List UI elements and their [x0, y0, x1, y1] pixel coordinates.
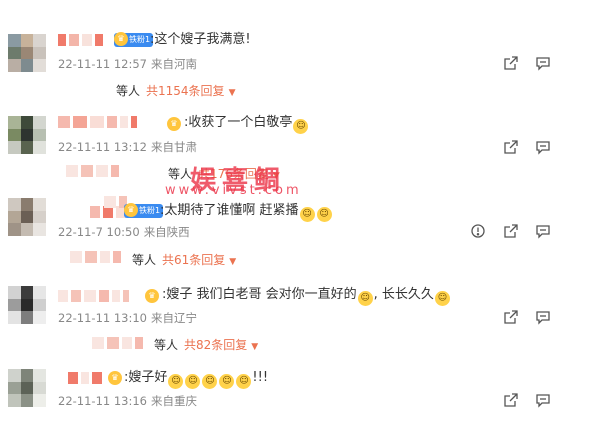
comment-text: :太期待了谁懂啊 赶紧播 ☺ ☺ — [160, 203, 333, 222]
emoji-icon: ☺ — [316, 207, 332, 222]
comment-date: 22-11-7 10:50 — [58, 225, 140, 239]
reply-who: 等人 — [116, 84, 141, 98]
username-blurred[interactable] — [58, 34, 103, 46]
comment-icon[interactable] — [534, 391, 552, 409]
comment-location: 来自陕西 — [143, 225, 190, 239]
username-blurred[interactable] — [58, 290, 129, 302]
reply-who: 等人 — [132, 253, 157, 267]
comment-date: 22-11-11 13:12 — [58, 140, 147, 154]
chevron-down-icon[interactable]: ▼ — [229, 257, 236, 267]
comment-meta: 22-11-11 13:12 来自甘肃 — [58, 139, 197, 155]
reply-avatars-blurred — [66, 165, 119, 177]
avatar[interactable] — [8, 34, 46, 72]
reply-summary[interactable]: 等人 共82条回复 ▼ — [154, 336, 258, 353]
comment-date: 22-11-11 12:57 — [58, 57, 147, 71]
fan-badge-label: 铁粉1 — [129, 35, 151, 44]
share-icon[interactable] — [502, 391, 520, 409]
comment-icon[interactable] — [534, 138, 552, 156]
share-icon[interactable] — [502, 54, 520, 72]
avatar[interactable] — [8, 286, 46, 324]
avatar[interactable] — [8, 369, 46, 407]
reply-avatars-blurred — [70, 251, 121, 263]
reply-who: 等人 — [168, 167, 193, 181]
share-icon[interactable] — [502, 138, 520, 156]
reply-summary[interactable]: 等人 共61条回复 ▼ — [132, 251, 236, 268]
comment-text: :嫂子好 ☺ ☺ ☺ ☺ ☺!!! — [124, 370, 268, 389]
avatar[interactable] — [8, 198, 46, 236]
reply-avatars-blurred — [92, 337, 143, 349]
emoji-icon: ☺ — [293, 119, 309, 134]
comment-icon[interactable] — [534, 222, 552, 240]
comment-location: 来自甘肃 — [151, 140, 197, 154]
comment-location: 来自河南 — [151, 57, 197, 71]
emoji-icon: ☺ — [299, 207, 315, 222]
comment-date: 22-11-11 13:16 — [58, 394, 147, 408]
comment-date: 22-11-11 13:10 — [58, 311, 147, 325]
chevron-down-icon[interactable]: ▼ — [251, 342, 258, 352]
emoji-icon: ☺ — [236, 374, 252, 389]
share-icon[interactable] — [502, 308, 520, 326]
comment-icon[interactable] — [534, 54, 552, 72]
share-icon[interactable] — [502, 222, 520, 240]
comment-meta: 22-11-11 12:57 来自河南 — [58, 56, 197, 72]
comment-location: 来自重庆 — [151, 394, 197, 408]
comment-meta: 22-11-11 13:16 来自重庆 — [58, 393, 197, 409]
reply-who: 等人 — [154, 338, 179, 352]
comment-meta: 22-11-7 10:50 来自陕西 — [58, 224, 190, 240]
fan-badge[interactable]: ♛ 铁粉1 — [124, 203, 164, 218]
comment-text: :收获了一个白敬亭 ☺ — [184, 115, 309, 134]
username-blurred[interactable] — [68, 372, 102, 384]
emoji-icon: ☺ — [357, 291, 373, 306]
reply-summary[interactable]: 等人 共1154条回复 ▼ — [116, 82, 235, 99]
crown-icon: ♛ — [108, 371, 122, 385]
emoji-icon: ☺ — [202, 374, 218, 389]
comment-meta: 22-11-11 13:10 来自辽宁 — [58, 310, 197, 326]
reply-count[interactable]: 共1154条回复 — [146, 84, 225, 98]
comment-icon[interactable] — [534, 308, 552, 326]
comment-text: :这个嫂子我满意! — [150, 32, 251, 47]
emoji-icon: ☺ — [219, 374, 235, 389]
emoji-icon: ☺ — [185, 374, 201, 389]
fan-badge[interactable]: ♛ 铁粉1 — [114, 32, 154, 47]
report-icon[interactable] — [469, 222, 487, 240]
crown-icon: ♛ — [145, 289, 159, 303]
username-blurred[interactable] — [58, 116, 137, 128]
comment-text: :嫂子 我们白老哥 会对你一直好的 ☺, 长长久久 ☺ — [162, 287, 451, 306]
comment-location: 来自辽宁 — [151, 311, 197, 325]
chevron-down-icon[interactable]: ▼ — [229, 88, 236, 98]
crown-icon: ♛ — [114, 32, 128, 46]
avatar[interactable] — [8, 116, 46, 154]
reply-count[interactable]: 共82条回复 — [184, 338, 247, 352]
watermark-url: www.vivst.com — [165, 183, 302, 198]
crown-icon: ♛ — [124, 203, 138, 217]
fan-badge-label: 铁粉1 — [139, 206, 161, 215]
crown-icon: ♛ — [167, 117, 181, 131]
emoji-icon: ☺ — [168, 374, 184, 389]
reply-count[interactable]: 共61条回复 — [162, 253, 225, 267]
emoji-icon: ☺ — [434, 291, 450, 306]
